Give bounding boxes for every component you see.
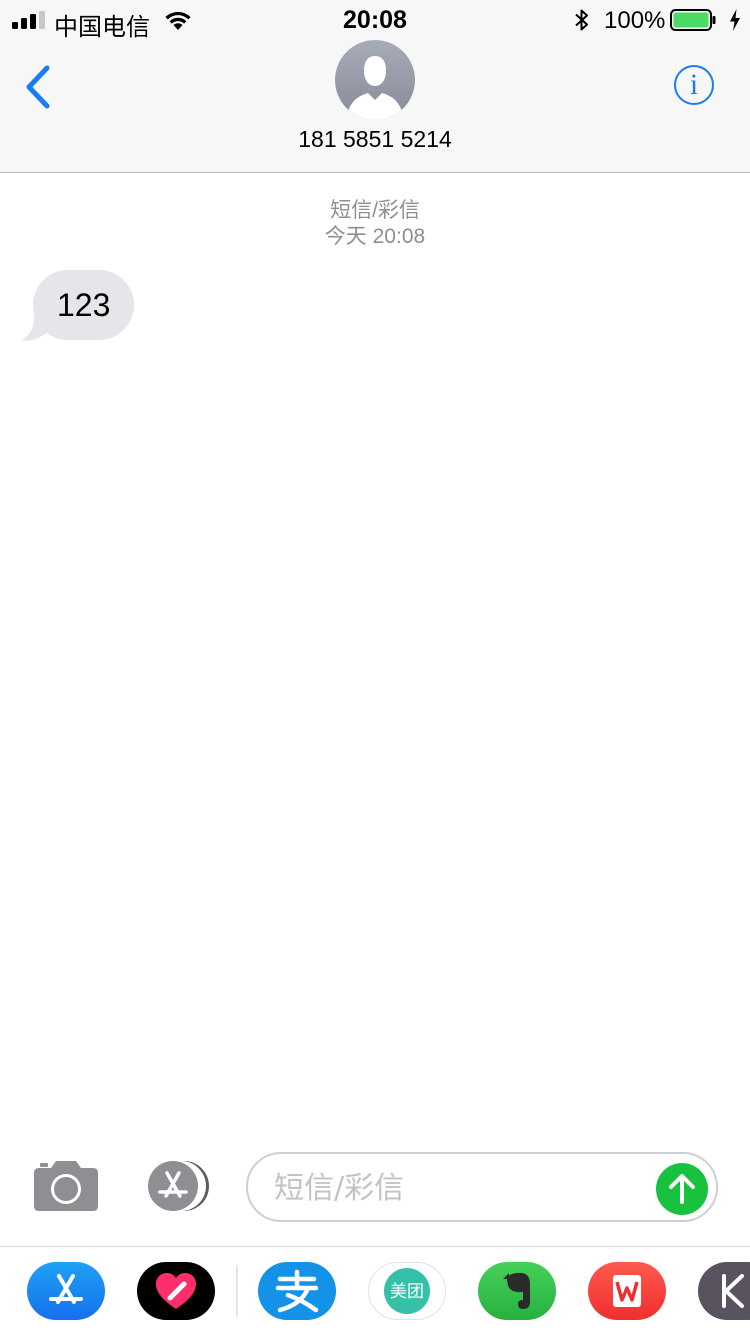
message-meta: 短信/彩信 今天 20:08	[0, 198, 750, 250]
battery-icon	[670, 9, 716, 31]
digital-touch-app[interactable]	[137, 1262, 215, 1320]
k-app[interactable]	[698, 1262, 750, 1320]
camera-icon	[34, 1161, 98, 1211]
app-store-app[interactable]	[27, 1262, 105, 1320]
message-input-container	[246, 1152, 718, 1222]
send-button[interactable]	[656, 1163, 708, 1215]
contact-name[interactable]: 181 5851 5214	[0, 126, 750, 153]
meituan-label: 美团	[390, 1282, 424, 1302]
meituan-app[interactable]: 美团	[368, 1262, 446, 1320]
message-input[interactable]	[272, 1162, 646, 1214]
back-button[interactable]	[20, 62, 60, 112]
contact-avatar[interactable]	[335, 40, 415, 120]
arrow-up-icon	[669, 1174, 695, 1204]
alipay-app[interactable]	[258, 1262, 336, 1320]
app-store-icon	[148, 1161, 209, 1211]
app-store-button[interactable]	[140, 1160, 212, 1212]
wps-icon	[613, 1275, 641, 1307]
chevron-left-icon	[26, 65, 50, 109]
message-type-label: 短信/彩信	[330, 199, 420, 222]
charging-bolt-icon	[730, 9, 740, 31]
person-silhouette-icon	[347, 56, 403, 120]
info-button[interactable]: i	[674, 65, 714, 105]
bluetooth-icon	[575, 9, 588, 31]
evernote-icon	[503, 1272, 530, 1309]
heart-icon	[156, 1273, 196, 1309]
wps-app[interactable]	[588, 1262, 666, 1320]
app-store-icon	[49, 1274, 83, 1304]
k-app-icon	[722, 1274, 744, 1308]
app-drawer-divider	[236, 1265, 238, 1317]
battery-percentage: 100%	[604, 7, 666, 34]
camera-button[interactable]	[33, 1160, 99, 1212]
status-bar: 中国电信 20:08 100%	[0, 0, 750, 41]
alipay-icon	[275, 1269, 319, 1313]
message-timestamp: 今天 20:08	[324, 225, 426, 248]
nav-header: 中国电信 20:08 100% 181 5851 5214 i	[0, 0, 750, 173]
evernote-app[interactable]	[478, 1262, 556, 1320]
incoming-message-bubble[interactable]: 123	[33, 270, 135, 340]
app-drawer: 美团	[0, 1246, 750, 1335]
